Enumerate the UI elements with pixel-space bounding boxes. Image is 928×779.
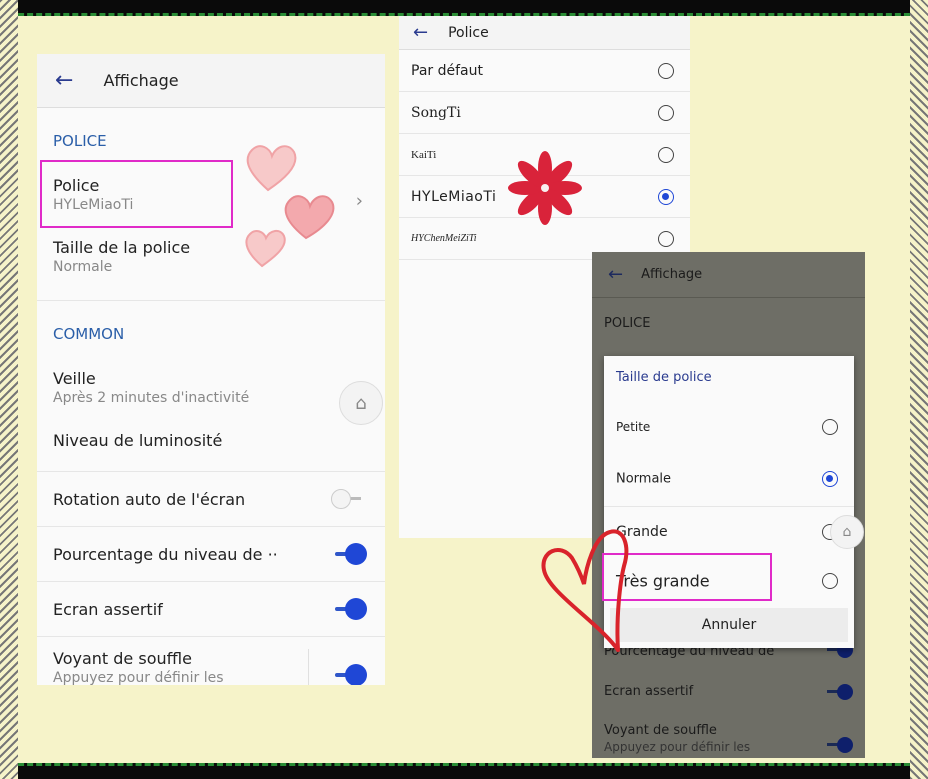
radio-button[interactable] [658, 62, 674, 79]
breathing-light-toggle[interactable] [827, 737, 853, 753]
radio-button[interactable] [658, 146, 674, 163]
font-option-label: Par défaut [411, 62, 483, 79]
radio-button[interactable] [658, 230, 674, 247]
heart-shape [246, 145, 297, 192]
divider [308, 649, 309, 685]
settings-item-label: Ecran assertif [604, 684, 694, 699]
police-highlight-box [40, 160, 233, 228]
settings-item-value: Appuyez pour définir les [604, 740, 751, 754]
font-option-default[interactable]: Par défaut [399, 50, 690, 92]
heart-shape [284, 195, 335, 240]
cancel-button[interactable]: Annuler [610, 608, 848, 642]
settings-item-label: Ecran assertif [53, 599, 163, 619]
home-icon[interactable]: ⌂ [339, 381, 383, 425]
size-option-petite[interactable]: Petite [604, 402, 854, 452]
frame-right-border [910, 0, 928, 779]
heart-shape [245, 230, 286, 268]
size-option-label: Petite [616, 420, 651, 434]
arrow-left-icon[interactable]: ← [608, 265, 623, 284]
size-option-grande[interactable]: Grande [604, 506, 854, 556]
app-bar: ← Police [399, 16, 690, 50]
font-option-label: KaiTi [411, 148, 437, 161]
flower-center [541, 184, 549, 192]
font-option-label: HYChenMeiZiTi [411, 233, 477, 244]
settings-item-breathing-light[interactable]: Voyant de souffle Appuyez pour définir l… [37, 649, 385, 685]
heart-outline [541, 529, 629, 652]
radio-button[interactable] [822, 573, 838, 589]
settings-item-label: Rotation auto de l'écran [53, 489, 246, 509]
settings-item-battery-percent[interactable]: Pourcentage du niveau de ·· [37, 527, 385, 581]
breathing-light-toggle[interactable] [335, 664, 367, 685]
font-size-dialog: Taille de police Petite Normale Grande T… [604, 356, 854, 648]
divider [37, 300, 385, 301]
radio-button[interactable] [822, 419, 838, 435]
settings-item-brightness[interactable]: Niveau de luminosité [37, 431, 385, 471]
frame-bottom-border [0, 763, 928, 779]
frame-top-border [0, 0, 928, 16]
font-option-label: HYLeMiaoTi [411, 188, 497, 205]
section-header-police: POLICE [604, 316, 651, 331]
app-bar: ← Affichage [592, 252, 865, 298]
app-bar: ← Affichage [37, 54, 385, 108]
font-option-songti[interactable]: SongTi [399, 92, 690, 134]
settings-item-sleep[interactable]: Veille Après 2 minutes d'inactivité [37, 369, 385, 419]
arrow-left-icon[interactable]: ← [413, 23, 428, 42]
settings-item-label: Voyant de souffle [604, 723, 717, 738]
settings-item-label: Voyant de souffle [53, 649, 192, 668]
size-option-normale[interactable]: Normale [604, 454, 854, 504]
font-option-label: SongTi [411, 104, 461, 121]
settings-item-label: Veille [53, 369, 96, 388]
settings-item-auto-rotate[interactable]: Rotation auto de l'écran [37, 472, 385, 526]
radio-button-selected[interactable] [822, 471, 838, 487]
frame-left-border [0, 0, 18, 779]
page-title: Affichage [103, 71, 179, 90]
assertive-screen-toggle[interactable] [827, 684, 853, 700]
arrow-left-icon[interactable]: ← [55, 69, 73, 92]
settings-item-assertive-screen[interactable]: Ecran assertif [37, 582, 385, 636]
heart-outline-sticker [541, 529, 629, 652]
radio-button[interactable] [658, 104, 674, 121]
home-icon[interactable]: ⌂ [830, 515, 864, 549]
font-size-dialog-screen: ← Affichage POLICE Pourcentage du niveau… [592, 252, 865, 758]
radio-button-selected[interactable] [658, 188, 674, 205]
page-title: Affichage [641, 267, 703, 282]
flower-sticker [508, 151, 582, 225]
settings-item-label: Niveau de luminosité [53, 431, 223, 450]
section-header-common: COMMON [53, 325, 125, 343]
battery-percent-toggle[interactable] [335, 543, 367, 565]
assertive-screen-toggle[interactable] [335, 598, 367, 620]
settings-item-label: Pourcentage du niveau de ·· [53, 544, 278, 564]
size-option-label: Normale [616, 471, 672, 487]
settings-item-value: Après 2 minutes d'inactivité [53, 390, 250, 406]
chevron-right-icon: › [355, 190, 363, 212]
divider [37, 636, 385, 637]
auto-rotate-toggle[interactable] [331, 489, 363, 509]
hearts-sticker [245, 145, 335, 268]
dialog-title: Taille de police [616, 370, 712, 385]
page-title: Police [448, 24, 489, 41]
